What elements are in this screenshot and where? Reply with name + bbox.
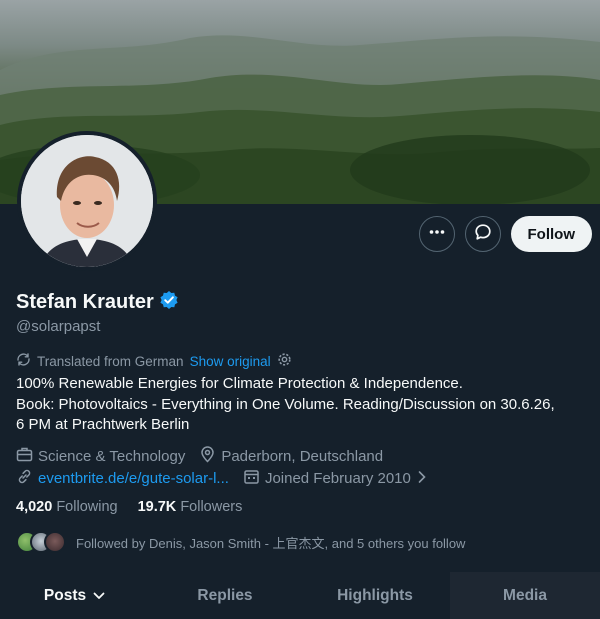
translation-label: Translated from German <box>37 353 184 369</box>
translation-notice: Translated from German Show original <box>16 352 292 370</box>
tab-media[interactable]: Media <box>450 572 600 619</box>
tab-label: Media <box>503 586 547 604</box>
briefcase-icon <box>16 446 33 467</box>
location-item: Paderborn, Deutschland <box>199 446 383 467</box>
message-button[interactable] <box>464 216 501 252</box>
name-row: Stefan Krauter <box>16 290 179 315</box>
joined-item[interactable]: Joined February 2010 <box>243 468 428 489</box>
user-handle: @solarpapst <box>16 318 101 335</box>
follow-button[interactable]: Follow <box>510 216 592 252</box>
followers-count: 19.7K <box>137 499 177 515</box>
followed-by[interactable]: Followed by Denis, Jason Smith - 上官杰文, a… <box>16 531 465 553</box>
chevron-right-icon <box>416 470 428 488</box>
translate-icon <box>16 352 31 370</box>
website-item[interactable]: eventbrite.de/e/gute-solar-l... <box>16 468 229 489</box>
link-icon <box>16 468 33 489</box>
profile-tabs: Posts Replies Highlights Media <box>0 572 600 619</box>
followers-label: Followers <box>180 499 243 515</box>
display-name: Stefan Krauter <box>16 291 154 313</box>
following-stat[interactable]: 4,020 Following <box>16 499 118 515</box>
followers-stat[interactable]: 19.7K Followers <box>138 499 243 515</box>
show-original-link[interactable]: Show original <box>190 354 271 369</box>
tab-highlights[interactable]: Highlights <box>300 572 450 619</box>
follower-avatars <box>16 531 66 553</box>
following-count: 4,020 <box>16 499 53 515</box>
profile-avatar[interactable] <box>17 131 157 271</box>
profile-bio: 100% Renewable Energies for Climate Prot… <box>16 374 591 436</box>
tab-label: Highlights <box>337 586 413 604</box>
location-pin-icon <box>199 446 216 467</box>
message-icon <box>474 223 492 246</box>
more-icon <box>428 223 446 246</box>
more-button[interactable] <box>418 216 455 252</box>
chevron-down-icon <box>92 589 106 603</box>
tab-label: Replies <box>197 586 253 604</box>
joined-label: Joined February 2010 <box>264 470 411 487</box>
profile-stats: 4,020 Following 19.7K Followers <box>16 499 242 515</box>
bio-line: 100% Renewable Energies for Climate Prot… <box>16 375 463 392</box>
calendar-icon <box>243 468 260 489</box>
category-item: Science & Technology <box>16 446 185 467</box>
website-link[interactable]: eventbrite.de/e/gute-solar-l... <box>38 470 229 487</box>
tab-posts[interactable]: Posts <box>0 572 150 619</box>
category-label: Science & Technology <box>38 448 186 465</box>
location-label: Paderborn, Deutschland <box>221 448 384 465</box>
followed-by-text: Followed by Denis, Jason Smith - 上官杰文, a… <box>76 535 466 551</box>
tab-label: Posts <box>43 586 87 604</box>
verified-badge-icon[interactable] <box>159 290 179 315</box>
tab-replies[interactable]: Replies <box>150 572 300 619</box>
settings-gear-icon[interactable] <box>277 352 292 370</box>
bio-line: 6 PM at Prachtwerk Berlin <box>16 416 190 433</box>
bio-line: Book: Photovoltaics - Everything in One … <box>16 395 555 413</box>
following-label: Following <box>56 499 118 515</box>
profile-meta: Science & Technology Paderborn, Deutschl… <box>16 446 591 490</box>
avatar <box>44 531 66 553</box>
